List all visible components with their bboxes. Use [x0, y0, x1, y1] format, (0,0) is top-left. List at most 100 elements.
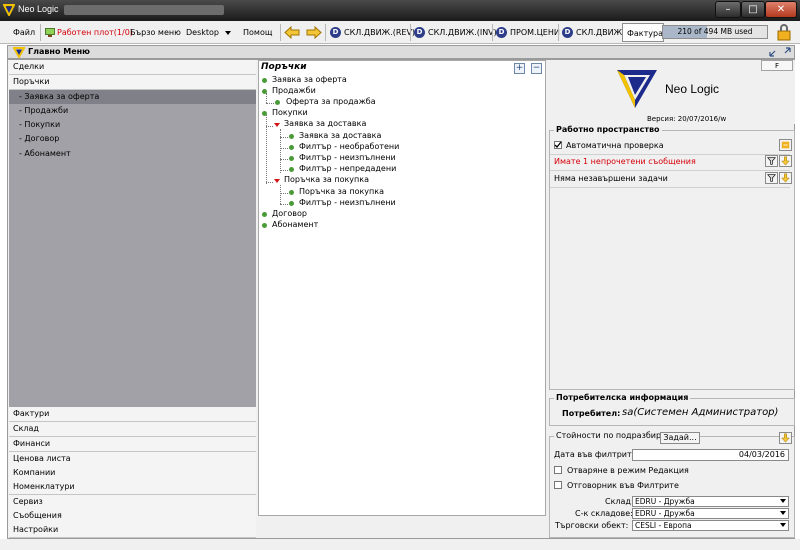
- refresh-icon[interactable]: [779, 139, 792, 151]
- filter-responsible-label: Отговорник във Филтрите: [567, 481, 679, 490]
- tree-node-purchase-order[interactable]: Поръчка за покупка: [284, 175, 369, 184]
- tree-connector: [266, 93, 267, 103]
- menu-quick[interactable]: Бързо меню: [130, 28, 181, 37]
- close-button[interactable]: ✕: [765, 1, 797, 18]
- tree-node-filter-unprocessed[interactable]: Филтър - необработени: [299, 142, 399, 151]
- expand-all-icon[interactable]: +: [514, 63, 525, 74]
- tree-node-icon: [262, 223, 267, 228]
- unread-messages-text[interactable]: Имате 1 непрочетени съобщения: [554, 157, 696, 166]
- nav-messages[interactable]: Съобщения: [9, 509, 256, 524]
- collapse-all-icon[interactable]: −: [531, 63, 542, 74]
- desktop-icon: [45, 28, 55, 37]
- filter-icon[interactable]: [765, 155, 778, 167]
- nav-service[interactable]: Сервиз: [9, 495, 256, 510]
- lock-icon[interactable]: [774, 24, 794, 41]
- document-icon: D: [330, 27, 341, 38]
- menu-separator: [492, 24, 493, 41]
- menu-desktop-work[interactable]: Работен плот(1/0): [57, 28, 133, 37]
- nav-companies[interactable]: Компании: [9, 466, 256, 481]
- workspace-group: Работно пространство Автоматична проверк…: [549, 125, 795, 390]
- back-arrow-icon[interactable]: [283, 25, 301, 40]
- nav-sub-contract[interactable]: - Договор: [9, 132, 256, 146]
- tree-node-icon: [262, 89, 267, 94]
- tab-faktura[interactable]: Фактура: [622, 23, 664, 42]
- nav-deals[interactable]: Сделки: [9, 60, 256, 75]
- window-title-redacted: [64, 5, 224, 15]
- menu-desktop[interactable]: Desktop: [186, 28, 219, 37]
- set-defaults-button[interactable]: Задай...: [660, 432, 700, 444]
- nav-sub-purchases[interactable]: - Покупки: [9, 118, 256, 132]
- f-button[interactable]: F: [761, 60, 793, 71]
- neo-logic-logo: [617, 70, 657, 108]
- menu-bar: Файл Работен плот(1/0) Бързо меню Deskto…: [0, 21, 800, 44]
- workspace-divider: [550, 187, 790, 188]
- nav-warehouse[interactable]: Склад: [9, 422, 256, 437]
- download-arrow-icon[interactable]: [779, 172, 792, 184]
- nav-sub-subscription[interactable]: - Абонамент: [9, 147, 256, 161]
- tab-skl-dvizh[interactable]: D СКЛ.ДВИЖ.: [560, 23, 625, 42]
- tab-skl-inv[interactable]: D СКЛ.ДВИЖ.(INV): [412, 23, 497, 42]
- tree-node-quote-request[interactable]: Заявка за оферта: [272, 75, 347, 84]
- nav-sub-sales[interactable]: - Продажби: [9, 104, 256, 118]
- tree-title: Поръчки: [261, 62, 307, 72]
- edit-mode-checkbox[interactable]: [554, 466, 562, 474]
- nav-sub-quote-request[interactable]: - Заявка за оферта: [9, 90, 256, 104]
- tree-node-purchases[interactable]: Покупки: [272, 108, 308, 117]
- tree-node-filter-undelivered[interactable]: Филтър - непредадени: [299, 164, 396, 173]
- maximize-panel-icon[interactable]: [781, 47, 791, 57]
- tab-prom-ceni[interactable]: D ПРОМ.ЦЕНИ: [494, 23, 560, 42]
- download-arrow-icon[interactable]: [779, 432, 792, 444]
- minimize-button[interactable]: –: [715, 1, 741, 18]
- auto-check-checkbox[interactable]: [554, 141, 562, 149]
- brand-panel: F Neo Logic Версия: 20/07/2016/w: [549, 60, 795, 124]
- desktop-dropdown-icon[interactable]: [225, 31, 231, 35]
- tab-skl-rev[interactable]: D СКЛ.ДВИЖ.(REV): [328, 23, 415, 42]
- edit-mode-label: Отваряне в режим Редакция: [567, 466, 689, 475]
- nav-invoices[interactable]: Фактури: [9, 407, 256, 422]
- nav-settings[interactable]: Настройки: [9, 523, 256, 538]
- tree-node-contract[interactable]: Договор: [272, 209, 307, 218]
- menu-separator: [280, 24, 281, 41]
- tree-node-icon: [262, 212, 267, 217]
- filter-icon[interactable]: [765, 172, 778, 184]
- nav-orders[interactable]: Поръчки: [9, 75, 256, 90]
- nav-price-list[interactable]: Ценова листа: [9, 452, 256, 467]
- tree-node-purchase-order-item[interactable]: Поръчка за покупка: [299, 187, 384, 196]
- menu-help[interactable]: Помощ: [243, 28, 272, 37]
- filter-responsible-checkbox[interactable]: [554, 481, 562, 489]
- tree-node-icon: [262, 78, 267, 83]
- download-arrow-icon[interactable]: [779, 155, 792, 167]
- workspace-title: Работно пространство: [554, 125, 662, 134]
- tree-node-subscription[interactable]: Абонамент: [272, 220, 318, 229]
- filter-date-input[interactable]: 04/03/2016: [632, 449, 789, 461]
- maximize-button[interactable]: □: [741, 1, 765, 18]
- right-panel: F Neo Logic Версия: 20/07/2016/w Работно…: [549, 60, 795, 538]
- tree-connector: [266, 103, 274, 104]
- tree-node-sales[interactable]: Продажби: [272, 86, 316, 95]
- expanded-arrow-icon[interactable]: [274, 179, 280, 183]
- chevron-down-icon: [780, 523, 786, 527]
- expanded-arrow-icon[interactable]: [274, 123, 280, 127]
- checkmark-icon: [554, 141, 562, 148]
- auto-check-label: Автоматична проверка: [566, 141, 664, 150]
- chevron-down-icon: [780, 511, 786, 515]
- retail-outlet-label: Търговски обект:: [555, 521, 629, 530]
- restore-panel-icon[interactable]: [769, 47, 779, 57]
- tree-node-delivery-request-item[interactable]: Заявка за доставка: [299, 131, 381, 140]
- tree-node-delivery-request[interactable]: Заявка за доставка: [284, 119, 366, 128]
- nav-finance[interactable]: Финанси: [9, 437, 256, 452]
- version-label: Версия: 20/07/2016/w: [647, 115, 727, 123]
- filter-date-label: Дата във филтрите:: [554, 450, 640, 459]
- warehouse-select[interactable]: EDRU - Дружба: [632, 496, 789, 507]
- tree-node-filter-unfulfilled-2[interactable]: Филтър - неизпълнени: [299, 198, 396, 207]
- menu-separator: [325, 24, 326, 41]
- nav-nomenclatures[interactable]: Номенклатури: [9, 480, 256, 495]
- retail-outlet-select[interactable]: CESLI - Европа: [632, 520, 789, 531]
- warehouseman-select[interactable]: EDRU - Дружба: [632, 508, 789, 519]
- menu-file[interactable]: Файл: [13, 28, 35, 37]
- tree-node-filter-unfulfilled[interactable]: Филтър - неизпълнени: [299, 153, 396, 162]
- tree-node-sales-offer[interactable]: Оферта за продажба: [286, 97, 376, 106]
- forward-arrow-icon[interactable]: [305, 25, 323, 40]
- tree-node-icon: [289, 145, 294, 150]
- tree-node-icon: [289, 134, 294, 139]
